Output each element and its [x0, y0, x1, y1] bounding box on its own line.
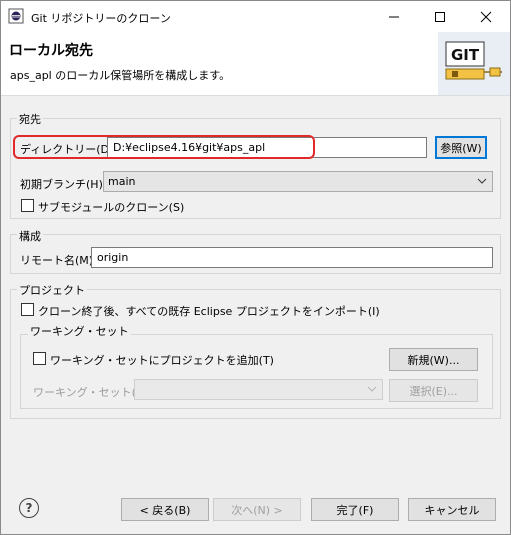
page-title: ローカル宛先: [9, 43, 93, 59]
import-projects-label[interactable]: クローン終了後、すべての既存 Eclipse プロジェクトをインポート(I): [38, 303, 380, 319]
close-icon: [480, 11, 492, 22]
initial-branch-value: main: [108, 175, 136, 188]
back-button[interactable]: < 戻る(B): [121, 498, 209, 521]
git-logo-text: GIT: [451, 46, 480, 64]
cancel-button[interactable]: キャンセル: [408, 498, 496, 521]
finish-button[interactable]: 完了(F): [311, 498, 399, 521]
window-title: Git リポジトリーのクローン: [31, 12, 171, 25]
initial-branch-select[interactable]: main: [103, 171, 493, 192]
close-button[interactable]: [463, 1, 509, 32]
wizard-banner: ローカル宛先 aps_apl のローカル保管場所を構成します。 GIT: [1, 32, 510, 96]
maximize-icon: [435, 11, 445, 22]
initial-branch-label: 初期ブランチ(H):: [20, 178, 107, 191]
clone-submodules-checkbox[interactable]: [21, 199, 34, 212]
projects-group-label: プロジェクト: [17, 282, 87, 298]
minimize-button[interactable]: [371, 1, 417, 32]
add-to-working-set-checkbox[interactable]: [33, 352, 46, 365]
new-working-set-button[interactable]: 新規(W)...: [389, 348, 478, 371]
destination-group-label: 宛先: [17, 111, 43, 127]
minimize-icon: [389, 16, 399, 17]
maximize-button[interactable]: [417, 1, 463, 32]
next-button[interactable]: 次へ(N) >: [213, 498, 301, 521]
chevron-down-icon: [367, 386, 377, 392]
remote-name-label: リモート名(M):: [20, 254, 97, 267]
highlight-annotation: [13, 135, 315, 159]
browse-button[interactable]: 参照(W): [435, 136, 487, 159]
clone-submodules-label[interactable]: サブモジュールのクローン(S): [38, 199, 184, 215]
select-working-set-button[interactable]: 選択(E)...: [389, 379, 478, 402]
clone-dialog-window: Git リポジトリーのクローン ローカル宛先 aps_apl のローカル保管場所…: [0, 0, 511, 535]
import-projects-checkbox[interactable]: [21, 303, 34, 316]
add-to-working-set-label[interactable]: ワーキング・セットにプロジェクトを追加(T): [50, 352, 274, 368]
working-sets-select[interactable]: [134, 379, 383, 400]
chevron-down-icon: [477, 178, 487, 184]
working-set-group-label: ワーキング・セット: [28, 323, 131, 339]
git-logo-icon: GIT: [438, 32, 510, 95]
configuration-group-label: 構成: [17, 228, 43, 244]
help-icon[interactable]: ?: [19, 498, 39, 518]
page-description: aps_apl のローカル保管場所を構成します。: [10, 69, 231, 82]
help-glyph: ?: [25, 501, 33, 515]
title-bar[interactable]: Git リポジトリーのクローン: [1, 1, 510, 32]
remote-name-input[interactable]: origin: [91, 247, 493, 268]
eclipse-app-icon: [8, 8, 24, 24]
